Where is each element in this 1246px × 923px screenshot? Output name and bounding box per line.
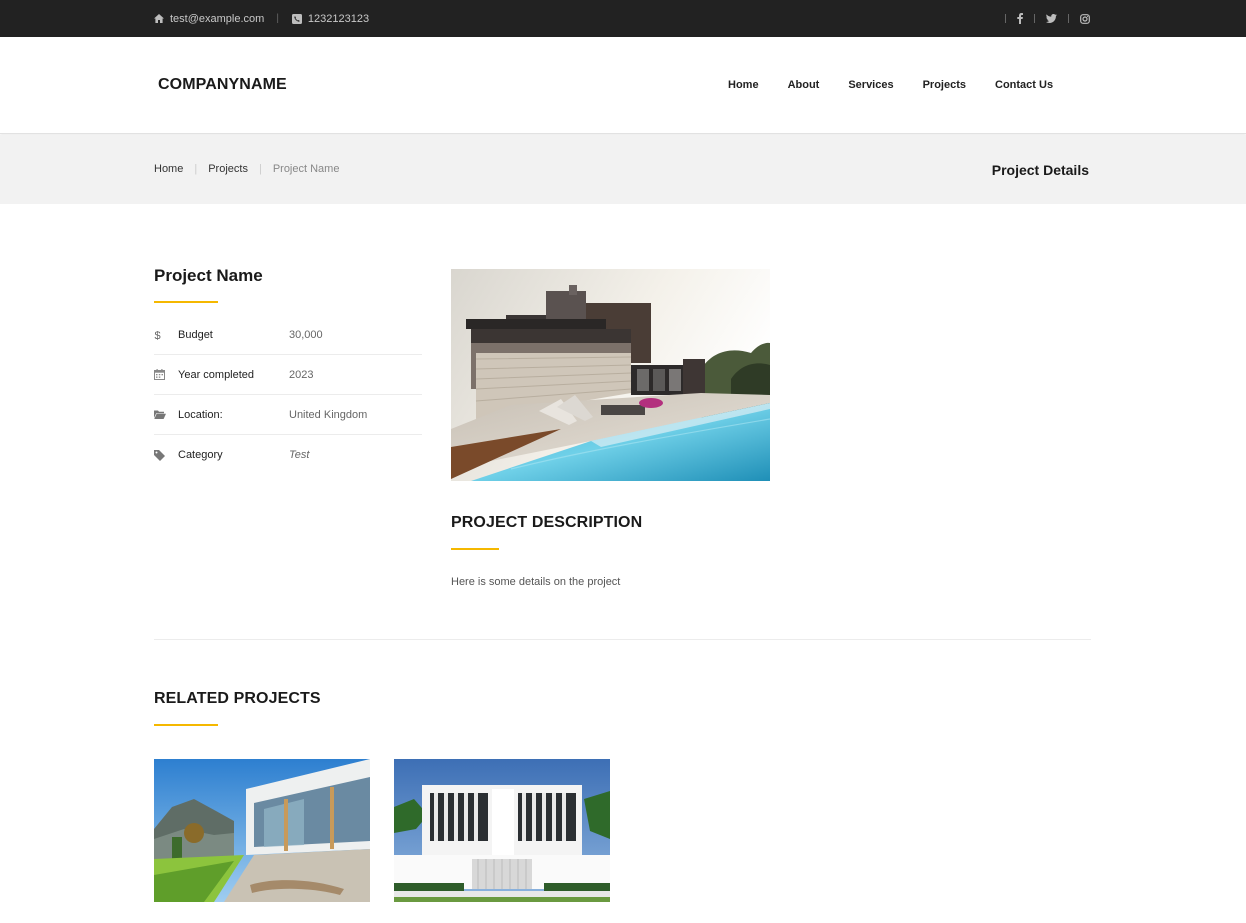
main-nav: Home About Services Projects Contact Us: [728, 79, 1082, 91]
breadcrumb-divider: |: [258, 163, 262, 175]
dollar-icon: $: [154, 329, 178, 341]
phone-contact[interactable]: 1232123123: [291, 12, 370, 25]
breadcrumb-projects[interactable]: Projects: [208, 163, 248, 175]
section-divider: [154, 639, 1091, 640]
detail-row-category: Category Test: [154, 435, 422, 475]
contact-info: test@example.com | 1232123123: [154, 0, 369, 37]
nav-contact-us[interactable]: Contact Us: [995, 79, 1053, 91]
detail-row-year: Year completed 2023: [154, 355, 422, 395]
twitter-link[interactable]: [1046, 14, 1057, 23]
related-projects-heading: RELATED PROJECTS: [154, 690, 321, 707]
related-project-card-1[interactable]: [154, 759, 370, 902]
home-icon: [154, 14, 164, 23]
instagram-icon: [1080, 13, 1090, 24]
site-header: COMPANYNAME Home About Services Projects…: [0, 37, 1246, 134]
heading-accent-line: [154, 301, 218, 303]
instagram-link[interactable]: [1080, 13, 1090, 24]
detail-label: Category: [178, 449, 223, 461]
detail-row-budget: $ Budget 30,000: [154, 315, 422, 355]
breadcrumb-current: Project Name: [272, 163, 340, 175]
project-description-text: Here is some details on the project: [451, 576, 621, 588]
email-contact[interactable]: test@example.com: [154, 13, 264, 25]
phone-text: 1232123123: [307, 12, 370, 25]
nav-services[interactable]: Services: [848, 79, 893, 91]
breadcrumb: Home | Projects | Project Name: [154, 163, 339, 175]
detail-value-category[interactable]: Test: [289, 449, 309, 461]
nav-about[interactable]: About: [788, 79, 820, 91]
calendar-icon: [154, 369, 178, 380]
heading-accent-line: [451, 548, 499, 550]
contact-divider: |: [276, 13, 279, 24]
breadcrumb-home[interactable]: Home: [154, 163, 183, 175]
detail-value: United Kingdom: [289, 408, 368, 421]
detail-value: 30,000: [289, 328, 323, 341]
social-divider: [1068, 14, 1069, 23]
tag-icon: [154, 449, 178, 461]
twitter-icon: [1046, 14, 1057, 23]
top-bar: test@example.com | 1232123123: [0, 0, 1246, 37]
detail-value: 2023: [289, 368, 314, 381]
breadcrumb-bar: Home | Projects | Project Name Project D…: [0, 135, 1246, 204]
project-name-heading: Project Name: [154, 266, 263, 285]
project-details-list: $ Budget 30,000 Year completed 2023 Loca…: [154, 315, 422, 475]
page-title: Project Details: [991, 162, 1089, 178]
facebook-link[interactable]: [1017, 13, 1023, 24]
nav-projects[interactable]: Projects: [923, 79, 966, 91]
detail-label: Budget: [178, 328, 213, 341]
project-main-image: [451, 269, 770, 481]
brand-logo[interactable]: COMPANYNAME: [158, 76, 287, 94]
email-text: test@example.com: [170, 12, 265, 25]
nav-home[interactable]: Home: [728, 79, 759, 91]
social-links: [994, 0, 1090, 37]
related-project-card-2[interactable]: [394, 759, 610, 902]
detail-label: Location:: [178, 408, 223, 421]
social-divider: [1034, 14, 1035, 23]
detail-row-location: Location: United Kingdom: [154, 395, 422, 435]
project-description-heading: PROJECT DESCRIPTION: [451, 514, 643, 531]
detail-label: Year completed: [178, 368, 255, 381]
folder-icon: [154, 410, 178, 419]
phone-icon: [291, 13, 302, 24]
facebook-icon: [1017, 13, 1023, 24]
heading-accent-line: [154, 724, 218, 726]
social-divider: [1005, 14, 1006, 23]
breadcrumb-divider: |: [194, 163, 198, 175]
svg-text:$: $: [155, 330, 161, 341]
